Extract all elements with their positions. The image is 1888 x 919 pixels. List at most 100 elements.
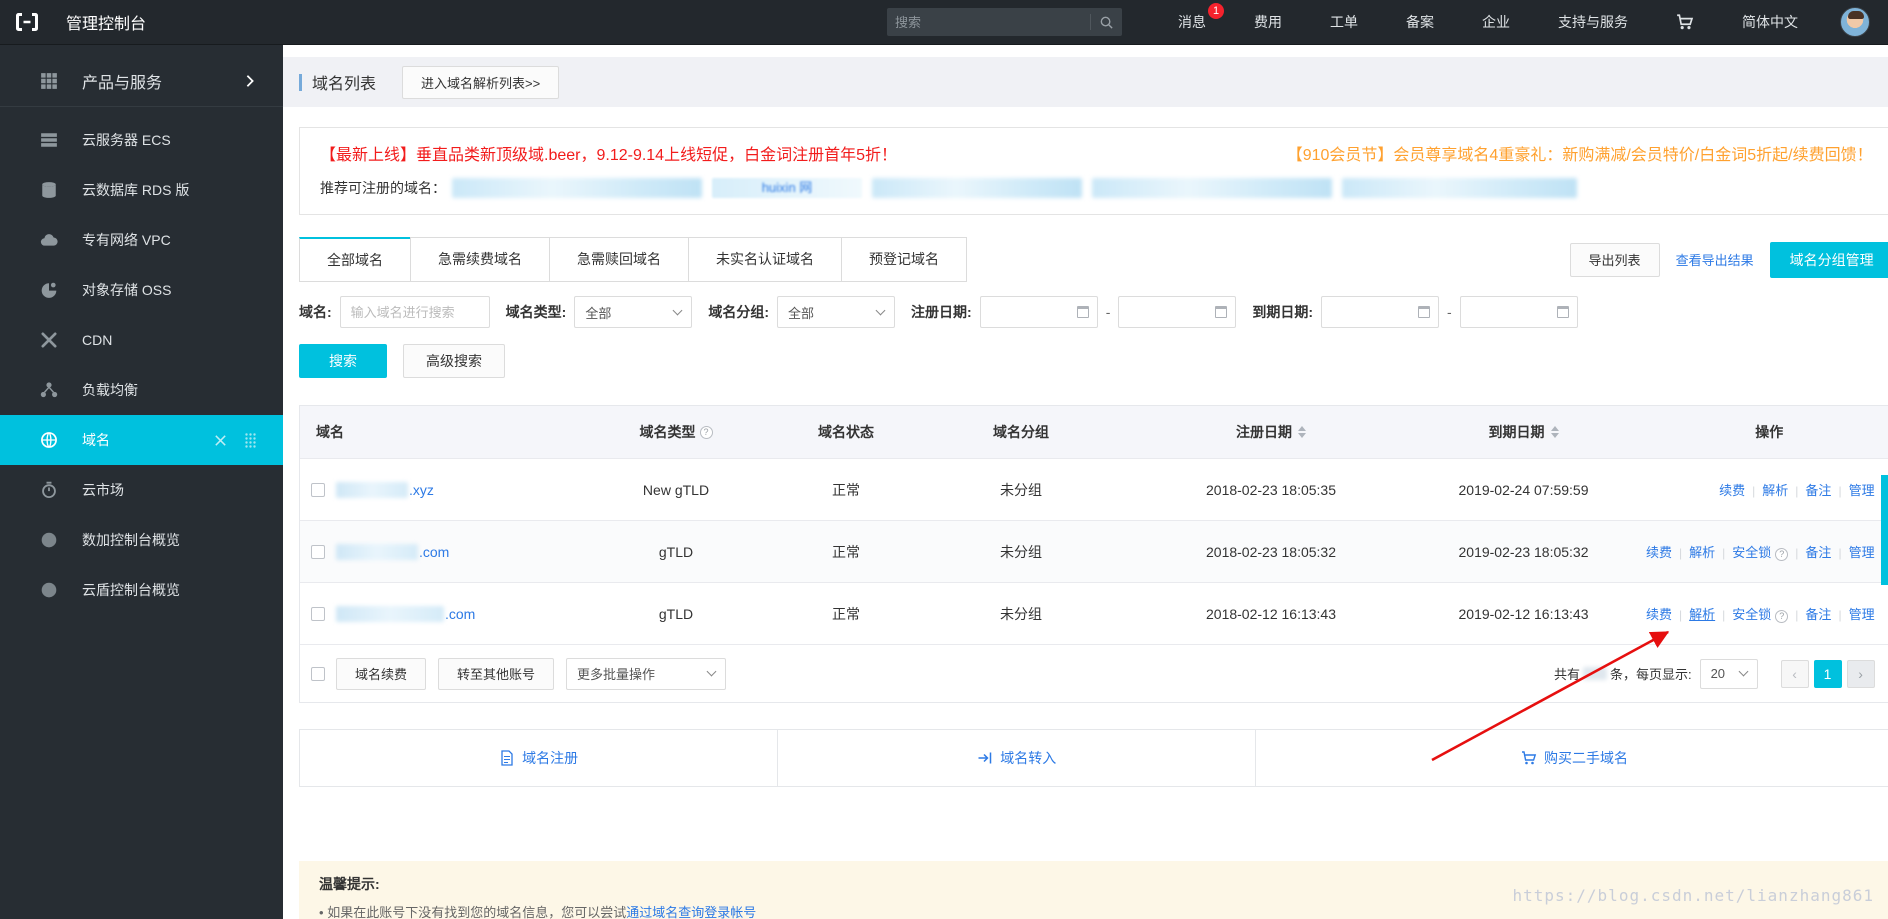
exp-date-start-input[interactable] <box>1321 296 1440 328</box>
batch-renew-button[interactable]: 域名续费 <box>336 657 427 690</box>
sidebar-item-ecs[interactable]: 云服务器 ECS <box>0 115 283 165</box>
search-icon[interactable] <box>1099 15 1114 30</box>
feedback-side-tab[interactable] <box>1881 475 1888 585</box>
col-header-status[interactable]: 域名状态 <box>791 422 901 442</box>
nav-item-messages[interactable]: 消息 1 <box>1178 3 1230 32</box>
tab-need-redeem[interactable]: 急需赎回域名 <box>549 237 689 282</box>
manage-link[interactable]: 管理 <box>1849 483 1875 498</box>
renew-link[interactable]: 续费 <box>1646 607 1672 622</box>
sort-icon[interactable] <box>1550 426 1559 438</box>
manage-link[interactable]: 管理 <box>1849 545 1875 560</box>
tab-unverified[interactable]: 未实名认证域名 <box>688 237 842 282</box>
col-header-group[interactable]: 域名分组 <box>901 422 1141 442</box>
help-icon[interactable] <box>699 425 713 439</box>
tab-need-renew[interactable]: 急需续费域名 <box>410 237 550 282</box>
help-icon[interactable] <box>1775 610 1789 623</box>
goto-dns-list-button[interactable]: 进入域名解析列表>> <box>402 65 560 99</box>
batch-transfer-button[interactable]: 转至其他账号 <box>438 657 555 690</box>
type-filter-select[interactable]: 全部 <box>574 296 693 328</box>
row-checkbox[interactable] <box>311 606 325 621</box>
sidebar-item-yundun[interactable]: 云盾控制台概览 <box>0 565 283 615</box>
search-input[interactable] <box>895 14 1090 30</box>
reg-date-start-input[interactable] <box>979 296 1098 328</box>
sidebar-item-market[interactable]: 云市场 <box>0 465 283 515</box>
remark-link[interactable]: 备注 <box>1805 545 1831 560</box>
watermark-text: https://blog.csdn.net/lianzhang861 <box>1512 886 1874 905</box>
close-icon[interactable] <box>213 433 228 448</box>
col-header-domain[interactable]: 域名 <box>300 422 561 442</box>
sidebar-item-oss[interactable]: 对象存储 OSS <box>0 265 283 315</box>
group-manage-button[interactable]: 域名分组管理 <box>1769 241 1888 278</box>
row-checkbox[interactable] <box>311 544 325 559</box>
nav-item-language[interactable]: 简体中文 <box>1718 12 1822 32</box>
domain-link[interactable]: .com <box>445 606 475 622</box>
tip-query-login-link[interactable]: 通过域名查询登录帐号 <box>626 905 756 919</box>
nav-item-support[interactable]: 支持与服务 <box>1534 12 1652 32</box>
remark-link[interactable]: 备注 <box>1805 483 1831 498</box>
nav-item-tickets[interactable]: 工单 <box>1306 12 1382 32</box>
domain-link[interactable]: .xyz <box>409 482 434 498</box>
col-header-exp-date[interactable]: 到期日期 <box>1401 422 1646 442</box>
exp-date: 2019-02-12 16:13:43 <box>1458 605 1589 622</box>
search-button[interactable]: 搜索 <box>299 344 387 378</box>
sidebar-item-cdn[interactable]: CDN <box>0 315 283 365</box>
domain-link[interactable]: .com <box>419 544 449 560</box>
nav-item-billing[interactable]: 费用 <box>1230 12 1306 32</box>
resolve-link[interactable]: 解析 <box>1689 545 1715 560</box>
drag-handle-icon[interactable] <box>244 432 257 448</box>
recommended-domains-redacted[interactable]: huixin 网 <box>452 178 1587 198</box>
renew-link[interactable]: 续费 <box>1719 483 1745 498</box>
promo-text-right[interactable]: 【910会员节】会员尊享域名4重豪礼：新购满减/会员特价/白金词5折起/续费回馈… <box>1287 141 1873 165</box>
sidebar-item-domains[interactable]: 域名 <box>0 415 283 465</box>
redacted-domain[interactable] <box>872 178 1082 198</box>
nav-item-icp[interactable]: 备案 <box>1382 12 1458 32</box>
row-checkbox[interactable] <box>311 482 325 497</box>
console-title[interactable]: 管理控制台 <box>66 10 146 34</box>
sidebar-item-shujia[interactable]: 数加控制台概览 <box>0 515 283 565</box>
select-all-checkbox[interactable] <box>311 666 325 681</box>
help-icon[interactable] <box>1775 548 1789 561</box>
advanced-search-button[interactable]: 高级搜索 <box>403 344 505 378</box>
domain-filter-input[interactable] <box>339 296 490 328</box>
nav-search-box[interactable] <box>887 8 1122 36</box>
page-size-select[interactable]: 20 <box>1699 658 1758 689</box>
redacted-domain[interactable] <box>1342 178 1577 198</box>
export-list-button[interactable]: 导出列表 <box>1569 242 1660 277</box>
remark-link[interactable]: 备注 <box>1805 607 1831 622</box>
exp-date-end-input[interactable] <box>1459 296 1578 328</box>
more-batch-ops-select[interactable]: 更多批量操作 <box>566 657 727 690</box>
cart-icon[interactable] <box>1652 13 1718 31</box>
current-page-button[interactable]: 1 <box>1813 659 1842 688</box>
sidebar-item-vpc[interactable]: 专有网络 VPC <box>0 215 283 265</box>
resolve-link[interactable]: 解析 <box>1762 483 1788 498</box>
prev-page-button[interactable]: ‹ <box>1780 659 1809 688</box>
manage-link[interactable]: 管理 <box>1849 607 1875 622</box>
aliyun-logo[interactable] <box>14 9 40 35</box>
sidebar-item-products[interactable]: 产品与服务 <box>0 55 283 107</box>
avatar[interactable] <box>1840 7 1870 37</box>
security-lock-link[interactable]: 安全锁 <box>1732 607 1789 623</box>
buy-secondhand-domain-link[interactable]: 购买二手域名 <box>1255 729 1888 787</box>
sidebar-item-slb[interactable]: 负载均衡 <box>0 365 283 415</box>
register-domain-link[interactable]: 域名注册 <box>299 729 779 787</box>
redacted-domain[interactable]: huixin 网 <box>712 178 862 198</box>
renew-link[interactable]: 续费 <box>1646 545 1672 560</box>
security-lock-link[interactable]: 安全锁 <box>1732 545 1789 561</box>
next-page-button[interactable]: › <box>1846 659 1875 688</box>
tab-all-domains[interactable]: 全部域名 <box>299 237 411 282</box>
col-header-type[interactable]: 域名类型 <box>561 422 791 442</box>
resolve-link-highlighted[interactable]: 解析 <box>1689 607 1715 622</box>
reg-date-end-input[interactable] <box>1118 296 1237 328</box>
promo-text-left[interactable]: 【最新上线】垂直品类新顶级域.beer，9.12-9.14上线短促，白金词注册首… <box>320 141 897 165</box>
chevron-right-icon[interactable] <box>243 74 257 88</box>
redacted-domain[interactable] <box>1092 178 1332 198</box>
nav-item-enterprise[interactable]: 企业 <box>1458 12 1534 32</box>
view-export-result-link[interactable]: 查看导出结果 <box>1676 250 1754 269</box>
transfer-in-domain-link[interactable]: 域名转入 <box>777 729 1257 787</box>
tab-preregister[interactable]: 预登记域名 <box>841 237 967 282</box>
redacted-domain[interactable] <box>452 178 702 198</box>
sort-icon[interactable] <box>1298 426 1306 438</box>
sidebar-item-rds[interactable]: 云数据库 RDS 版 <box>0 165 283 215</box>
group-filter-select[interactable]: 全部 <box>777 296 896 328</box>
col-header-reg-date[interactable]: 注册日期 <box>1141 422 1401 442</box>
